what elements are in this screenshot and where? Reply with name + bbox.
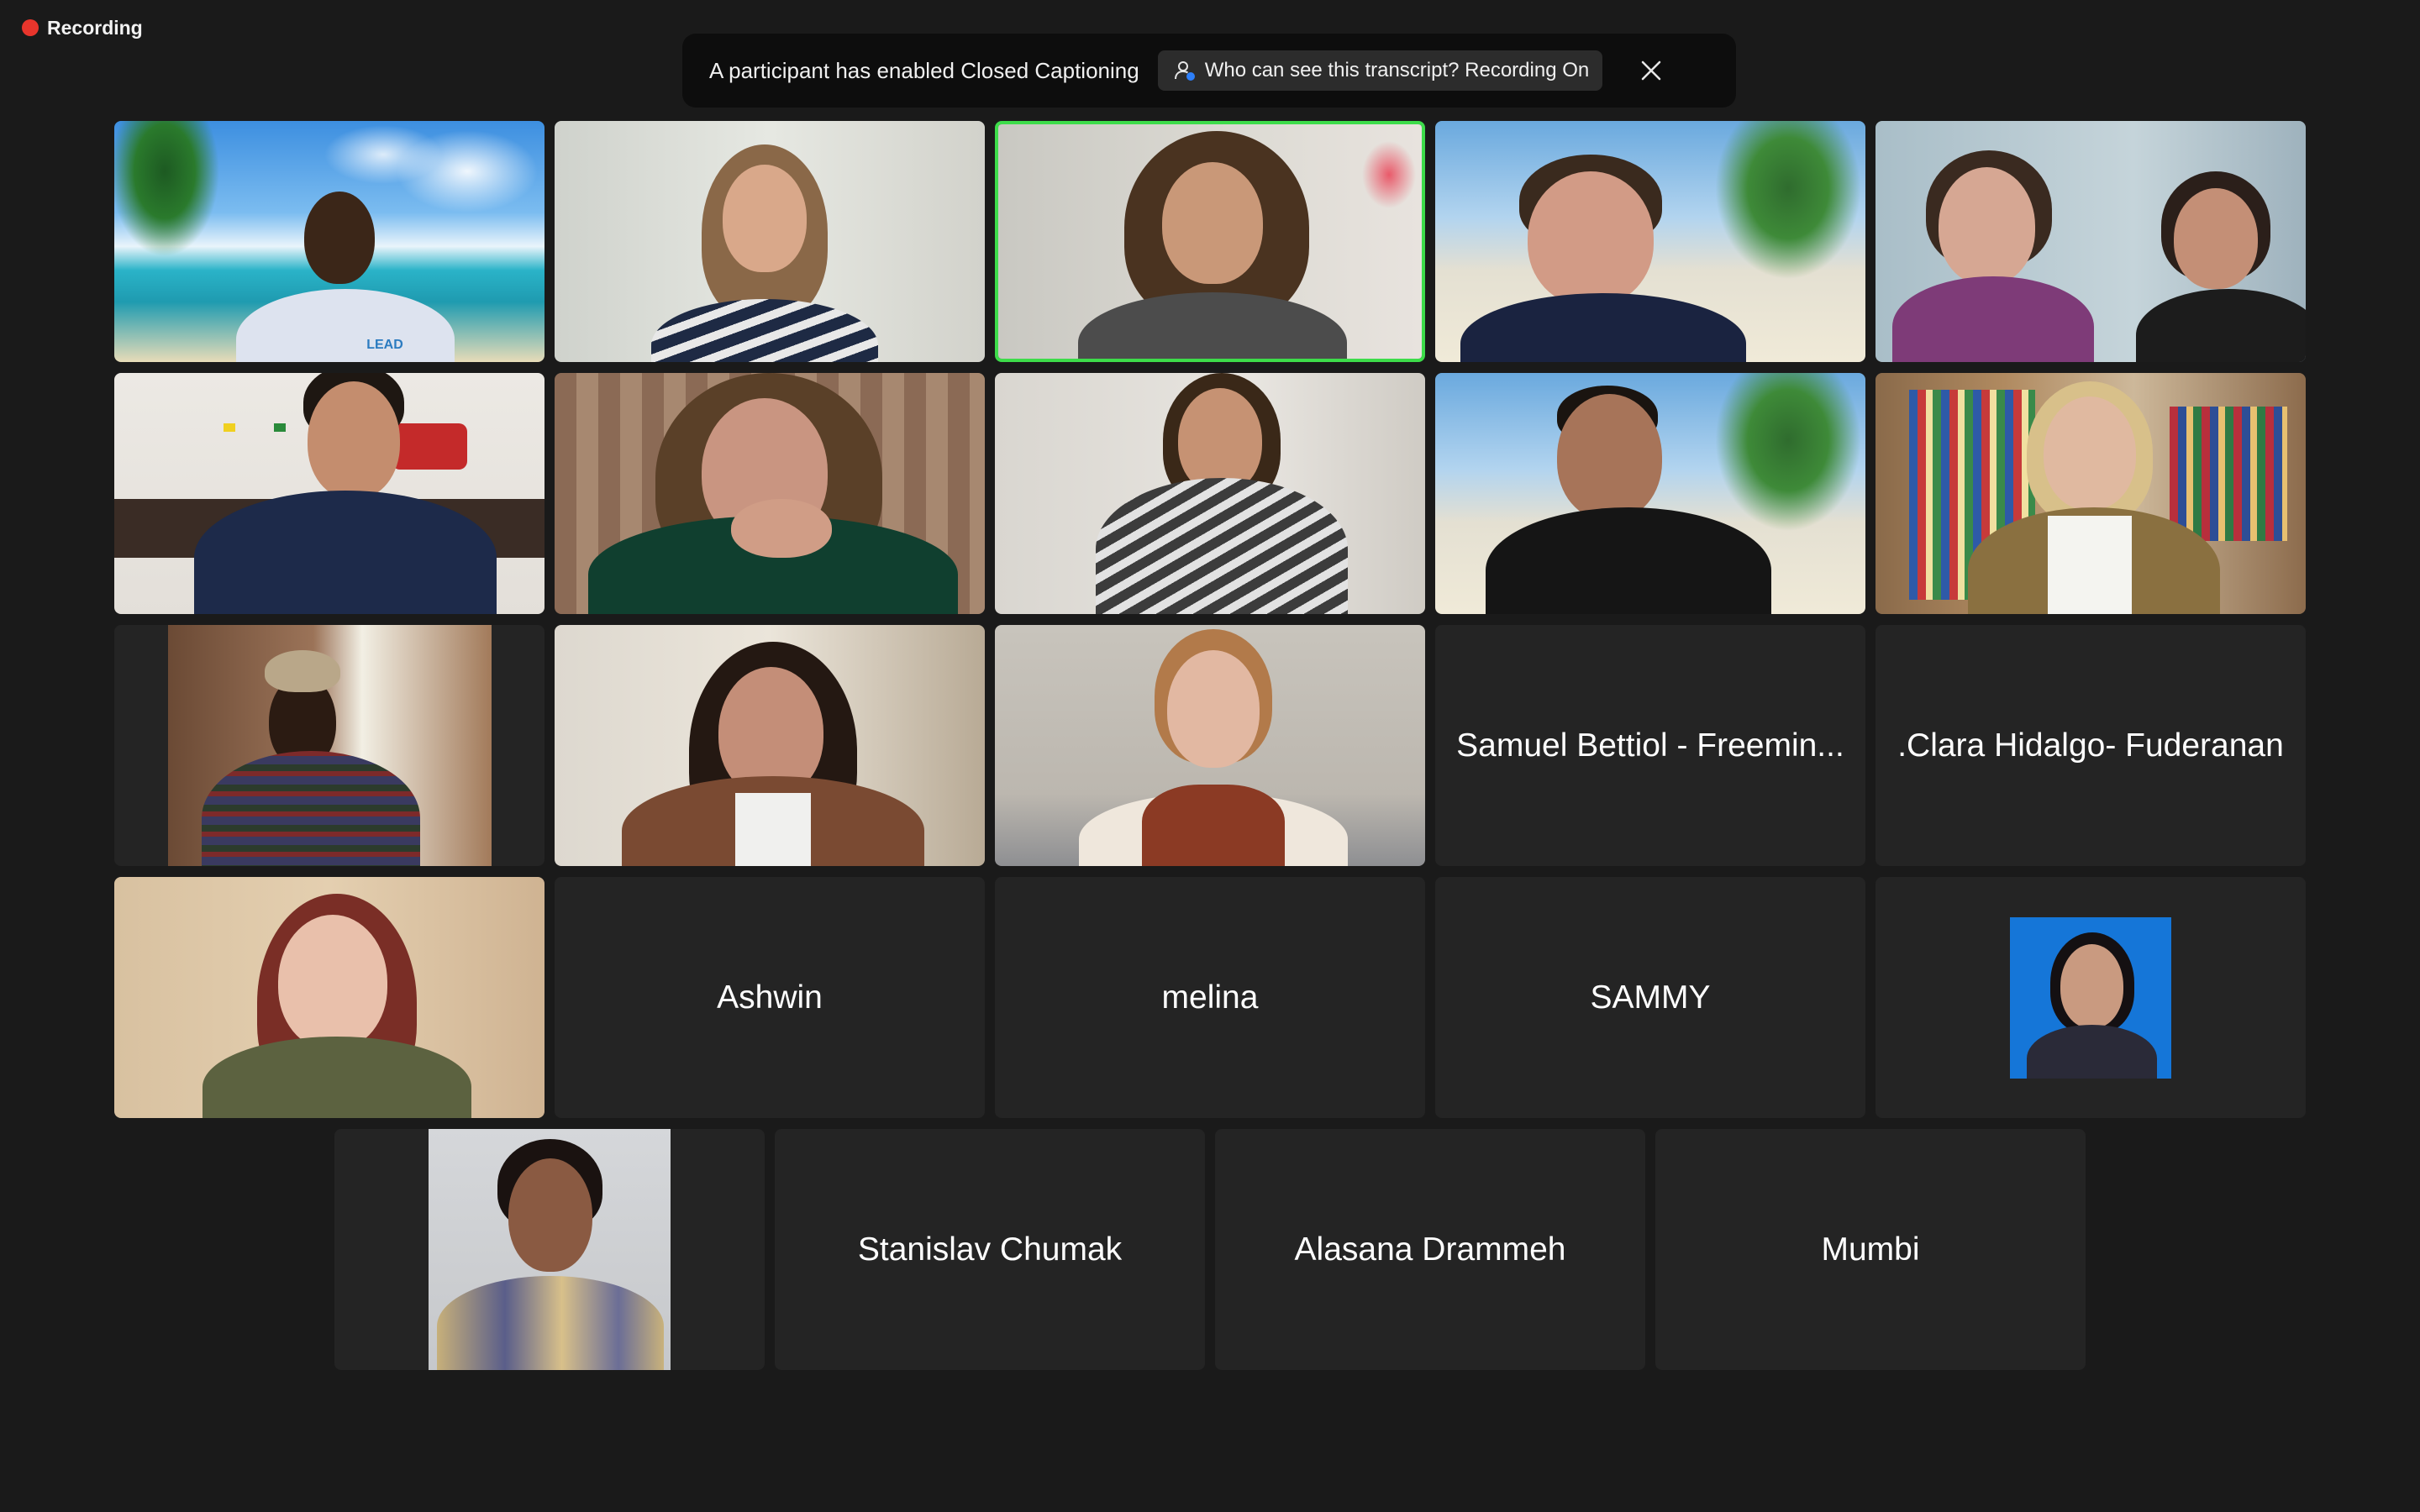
participant-name-tile[interactable]: Mumbi [1655,1129,2086,1370]
participant-video-tile[interactable] [1876,373,2306,614]
person-info-icon [1174,61,1195,81]
participant-video-tile[interactable] [995,373,1425,614]
participant-video-tile[interactable]: LEAD [114,121,544,362]
participant-name-tile[interactable]: Alasana Drammeh [1215,1129,1645,1370]
participant-video-tile[interactable] [1435,373,1865,614]
participant-name: Stanislav Chumak [857,1231,1123,1268]
participant-photo-tile[interactable] [1876,877,2306,1118]
participant-name: .Clara Hidalgo- Fuderanan [1897,727,2284,764]
participant-video-tile[interactable] [995,625,1425,866]
participant-video-tile[interactable] [1435,121,1865,362]
participant-video-tile[interactable] [114,877,544,1118]
participant-name-tile[interactable]: .Clara Hidalgo- Fuderanan [1876,625,2306,866]
profile-picture [429,1129,671,1370]
participant-name-tile[interactable]: Stanislav Chumak [775,1129,1205,1370]
closed-captioning-banner: A participant has enabled Closed Caption… [682,34,1736,108]
participant-video-tile[interactable] [555,373,985,614]
close-icon [1641,60,1661,81]
recording-dot-icon [22,19,39,36]
recording-indicator[interactable]: Recording [22,15,143,40]
participant-video-tile[interactable] [555,121,985,362]
banner-close-button[interactable] [1636,55,1666,86]
participant-name: Alasana Drammeh [1294,1231,1566,1268]
participant-name-tile[interactable]: Samuel Bettiol - Freemin... [1435,625,1865,866]
participant-photo-tile[interactable] [334,1129,765,1370]
lead-logo-text: LEAD [366,338,403,352]
lead-logo: LEAD [360,323,410,356]
participant-video-tile-active-speaker[interactable] [995,121,1425,362]
profile-picture [2010,917,2171,1079]
participant-video-tile[interactable] [114,625,544,866]
transcript-visibility-button[interactable]: Who can see this transcript? Recording O… [1157,50,1603,91]
participant-name: SAMMY [1590,979,1711,1016]
participant-name: melina [1161,979,1259,1016]
participant-name-tile[interactable]: Ashwin [555,877,985,1118]
participant-name: Mumbi [1821,1231,1920,1268]
participant-video-tile[interactable] [1876,121,2306,362]
participant-name: Samuel Bettiol - Freemin... [1456,727,1844,764]
recording-label: Recording [47,16,143,39]
participant-name-tile[interactable]: SAMMY [1435,877,1865,1118]
banner-message: A participant has enabled Closed Caption… [709,57,1139,83]
transcript-button-label: Who can see this transcript? Recording O… [1204,59,1590,81]
participant-name-tile[interactable]: melina [995,877,1425,1118]
participant-video-tile[interactable] [555,625,985,866]
participant-name: Ashwin [717,979,823,1016]
participant-video [168,625,492,866]
participant-video-tile[interactable] [114,373,544,614]
